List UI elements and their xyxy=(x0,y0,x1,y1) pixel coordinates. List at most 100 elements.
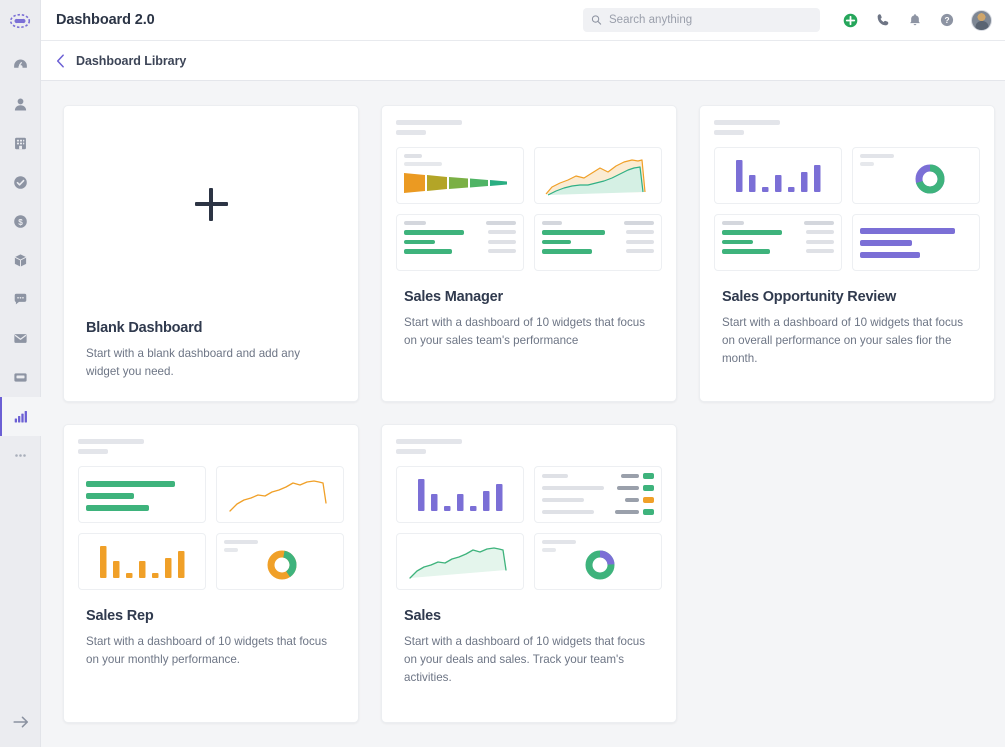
row-value xyxy=(617,486,639,490)
widget-label xyxy=(860,154,894,158)
dashboard-card-sales-manager[interactable]: Sales Manager Start with a dashboard of … xyxy=(381,105,677,402)
dashboard-card-blank-dashboard[interactable]: Blank Dashboard Start with a blank dashb… xyxy=(63,105,359,402)
list-value xyxy=(626,249,654,253)
sidebar-item-chat[interactable] xyxy=(0,280,41,319)
sidebar-item-reports[interactable] xyxy=(0,397,41,436)
list-item xyxy=(542,240,654,245)
sidebar-item-email[interactable] xyxy=(0,319,41,358)
call-button[interactable] xyxy=(875,12,891,28)
search-input[interactable] xyxy=(609,14,812,26)
list-item xyxy=(542,230,654,235)
profile-avatar[interactable] xyxy=(971,10,992,31)
hbar xyxy=(860,240,912,246)
list-bar xyxy=(542,249,592,254)
list-value xyxy=(806,240,834,244)
status-badge xyxy=(643,473,654,479)
sidebar-item-products[interactable] xyxy=(0,241,41,280)
top-bar: Dashboard 2.0 xyxy=(41,0,1005,41)
funnel-widget xyxy=(396,147,524,204)
list-value xyxy=(626,240,654,244)
list-item xyxy=(404,240,516,245)
sidebar-item-more[interactable] xyxy=(0,436,41,475)
horizontal-bar-widget xyxy=(852,214,980,271)
svg-text:$: $ xyxy=(18,218,23,227)
area-chart-widget xyxy=(534,147,662,204)
list-value xyxy=(488,240,516,244)
plus-icon xyxy=(195,188,228,221)
envelope-icon xyxy=(12,330,29,347)
list-widget xyxy=(534,214,662,271)
placeholder-title-bar xyxy=(78,439,144,444)
widget-label xyxy=(404,154,422,158)
dashboard-card-sales[interactable]: Sales Start with a dashboard of 10 widge… xyxy=(381,424,677,723)
list-bar xyxy=(722,230,782,235)
placeholder-title-bar xyxy=(714,120,780,125)
widget-preview-grid xyxy=(714,147,980,271)
list-item xyxy=(404,230,516,235)
card-body: Blank Dashboard Start with a blank dashb… xyxy=(64,302,358,401)
widget-preview-grid xyxy=(78,466,344,590)
blank-preview xyxy=(64,106,358,302)
area-chart xyxy=(542,154,654,198)
sidebar-item-deals[interactable]: $ xyxy=(0,202,41,241)
list-widget xyxy=(396,214,524,271)
column-chart xyxy=(404,473,516,517)
row-value xyxy=(615,510,639,514)
donut-chart xyxy=(542,550,654,580)
row-value xyxy=(621,474,639,478)
dashboard-card-sales-rep[interactable]: Sales Rep Start with a dashboard of 10 w… xyxy=(63,424,359,723)
list-item xyxy=(404,249,516,254)
list-value xyxy=(806,230,834,234)
list-bar xyxy=(542,230,605,235)
card-preview xyxy=(382,106,676,271)
list-bar xyxy=(722,240,753,245)
column-chart-widget xyxy=(714,147,842,204)
area-chart xyxy=(404,540,516,584)
content-area: Blank Dashboard Start with a blank dashb… xyxy=(41,81,1005,747)
search-icon xyxy=(591,14,602,26)
bar-chart-icon xyxy=(12,408,29,425)
sidebar-item-dashboard[interactable] xyxy=(0,46,41,85)
list-header-left xyxy=(722,221,744,225)
breadcrumb-title: Dashboard Library xyxy=(76,54,186,68)
help-button[interactable]: ? xyxy=(939,12,955,28)
list-value xyxy=(488,230,516,234)
list-item xyxy=(542,509,654,515)
card-body: Sales Rep Start with a dashboard of 10 w… xyxy=(64,590,358,689)
sidebar-item-contacts[interactable] xyxy=(0,85,41,124)
back-button[interactable] xyxy=(56,54,65,68)
list-item xyxy=(542,473,654,479)
list-header-row xyxy=(404,221,516,225)
card-preview xyxy=(64,425,358,590)
donut-chart-widget xyxy=(852,147,980,204)
svg-text:?: ? xyxy=(944,15,949,25)
chevron-left-icon xyxy=(56,54,65,68)
list-value xyxy=(806,249,834,253)
donut-chart-widget xyxy=(216,533,344,590)
card-description: Start with a dashboard of 10 widgets tha… xyxy=(404,633,654,687)
card-preview xyxy=(382,425,676,590)
list-header-right xyxy=(624,221,654,225)
sidebar-expand-button[interactable] xyxy=(0,705,41,739)
card-title: Sales Rep xyxy=(86,608,336,624)
sidebar-item-inbox[interactable] xyxy=(0,358,41,397)
list-value xyxy=(626,230,654,234)
check-circle-icon xyxy=(12,174,29,191)
add-button[interactable] xyxy=(842,12,859,29)
funnel-chart xyxy=(404,171,514,195)
app-logo[interactable] xyxy=(0,0,41,41)
notifications-button[interactable] xyxy=(907,12,923,28)
placeholder-subtitle-bar xyxy=(396,130,426,135)
sidebar-item-tasks[interactable] xyxy=(0,163,41,202)
search-box[interactable] xyxy=(583,8,820,32)
person-icon xyxy=(12,96,29,113)
donut-chart xyxy=(224,550,336,580)
placeholder-title-bar xyxy=(396,439,462,444)
column-chart xyxy=(86,540,198,584)
horizontal-bar-widget xyxy=(78,466,206,523)
dashboard-card-sales-opportunity-review[interactable]: Sales Opportunity Review Start with a da… xyxy=(699,105,995,402)
arrow-right-icon xyxy=(11,712,31,732)
dashboard-library-grid: Blank Dashboard Start with a blank dashb… xyxy=(41,105,1005,723)
sidebar-item-companies[interactable] xyxy=(0,124,41,163)
hbar xyxy=(860,252,920,258)
